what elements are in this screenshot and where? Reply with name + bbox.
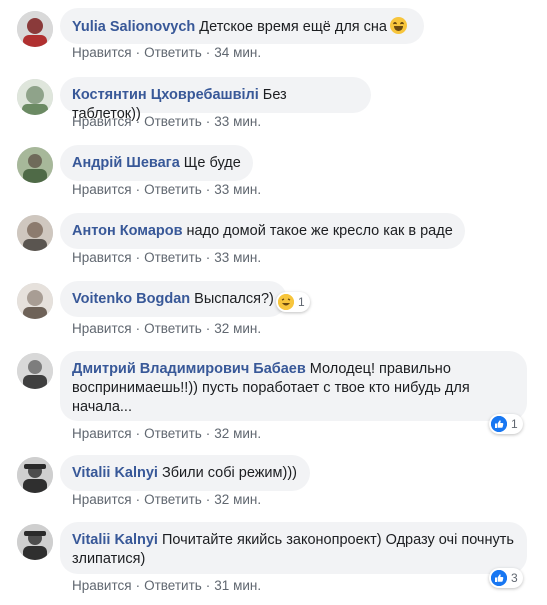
like-link[interactable]: Нравится	[72, 182, 132, 197]
comment-actions: Нравится · Ответить · 32 мин.	[72, 426, 261, 441]
avatar-image	[17, 353, 53, 389]
reaction-badge[interactable]: 3	[489, 568, 523, 588]
avatar[interactable]	[17, 11, 53, 47]
avatar[interactable]	[17, 215, 53, 251]
like-link[interactable]: Нравится	[72, 578, 132, 593]
comment-time[interactable]: 34 мин.	[214, 45, 261, 60]
separator: ·	[135, 182, 141, 197]
avatar-image	[17, 215, 53, 251]
comment-author[interactable]: Дмитрий Владимирович Бабаев	[72, 361, 306, 377]
comment-actions: Нравится · Ответить · 32 мин.	[72, 321, 261, 336]
comment-time[interactable]: 32 мин.	[214, 492, 261, 507]
reply-link[interactable]: Ответить	[144, 114, 202, 129]
comment-author[interactable]: Yulia Salionovych	[72, 19, 195, 35]
avatar-image	[17, 147, 53, 183]
comment-bubble: Дмитрий Владимирович Бабаев Молодец! прав…	[60, 351, 527, 421]
avatar-image	[17, 11, 53, 47]
separator: ·	[135, 492, 141, 507]
like-link[interactable]: Нравится	[72, 426, 132, 441]
avatar[interactable]	[17, 79, 53, 115]
comment-text: Ще буде	[183, 155, 241, 171]
reaction-count: 3	[511, 571, 518, 585]
separator: ·	[205, 250, 211, 265]
separator: ·	[205, 492, 211, 507]
separator: ·	[205, 321, 211, 336]
separator: ·	[135, 45, 141, 60]
comment-actions: Нравится · Ответить · 33 мин.	[72, 182, 261, 197]
comment-bubble: Voitenko Bogdan Выспался?)	[60, 281, 287, 317]
like-link[interactable]: Нравится	[72, 250, 132, 265]
avatar-image	[17, 524, 53, 560]
separator: ·	[205, 182, 211, 197]
reply-link[interactable]: Ответить	[144, 250, 202, 265]
separator: ·	[205, 426, 211, 441]
reaction-badge[interactable]: 1	[489, 414, 523, 434]
comment-time[interactable]: 32 мин.	[214, 321, 261, 336]
comment-text: Детское время ещё для сна	[199, 19, 387, 35]
comment-author[interactable]: Vitalii Kalnyi	[72, 465, 158, 481]
like-link[interactable]: Нравится	[72, 321, 132, 336]
comment-time[interactable]: 33 мин.	[214, 114, 261, 129]
comment-actions: Нравится · Ответить · 34 мин.	[72, 45, 261, 60]
avatar-image	[17, 79, 53, 115]
comment-author[interactable]: Антон Комаров	[72, 223, 183, 239]
comment-actions: Нравится · Ответить · 31 мин.	[72, 578, 261, 593]
avatar[interactable]	[17, 147, 53, 183]
separator: ·	[135, 321, 141, 336]
avatar[interactable]	[17, 283, 53, 319]
comment-time[interactable]: 33 мин.	[214, 250, 261, 265]
like-icon	[491, 570, 507, 586]
reaction-count: 1	[298, 295, 305, 309]
reply-link[interactable]: Ответить	[144, 578, 202, 593]
like-link[interactable]: Нравится	[72, 492, 132, 507]
comment-text: Збили собі режим)))	[161, 465, 297, 481]
reply-link[interactable]: Ответить	[144, 321, 202, 336]
separator: ·	[135, 578, 141, 593]
reply-link[interactable]: Ответить	[144, 182, 202, 197]
comment-author[interactable]: Андрій Шевага	[72, 155, 180, 171]
like-link[interactable]: Нравится	[72, 45, 132, 60]
separator: ·	[135, 114, 141, 129]
comment-text: Выспался?)	[194, 291, 274, 307]
comment-actions: Нравится · Ответить · 33 мин.	[72, 114, 261, 129]
comment-actions: Нравится · Ответить · 33 мин.	[72, 250, 261, 265]
comment-text: надо домой такое же кресло как в раде	[186, 223, 453, 239]
comment-time[interactable]: 33 мин.	[214, 182, 261, 197]
separator: ·	[135, 250, 141, 265]
comment-author[interactable]: Voitenko Bogdan	[72, 291, 190, 307]
comment-time[interactable]: 32 мин.	[214, 426, 261, 441]
comment-bubble: Антон Комаров надо домой такое же кресло …	[60, 213, 465, 249]
reaction-badge[interactable]: 1	[276, 292, 310, 312]
avatar-image	[17, 457, 53, 493]
comment-actions: Нравится · Ответить · 32 мин.	[72, 492, 261, 507]
avatar[interactable]	[17, 524, 53, 560]
comment-bubble: Vitalii Kalnyi Збили собі режим)))	[60, 455, 310, 491]
comment-author[interactable]: Vitalii Kalnyi	[72, 532, 158, 548]
comment-bubble: Костянтин Цховребашвілі Без таблеток))	[60, 77, 371, 122]
comment-bubble: Yulia Salionovych Детское время ещё для с…	[60, 8, 424, 44]
like-icon	[491, 416, 507, 432]
separator: ·	[205, 578, 211, 593]
avatar[interactable]	[17, 457, 53, 493]
reply-link[interactable]: Ответить	[144, 45, 202, 60]
avatar[interactable]	[17, 353, 53, 389]
reaction-count: 1	[511, 417, 518, 431]
comment-author[interactable]: Костянтин Цховребашвілі	[72, 87, 259, 103]
separator: ·	[135, 426, 141, 441]
separator: ·	[205, 45, 211, 60]
like-link[interactable]: Нравится	[72, 114, 132, 129]
comment-time[interactable]: 31 мин.	[214, 578, 261, 593]
haha-icon	[278, 294, 294, 310]
comment-bubble: Андрій Шевага Ще буде	[60, 145, 253, 181]
reply-link[interactable]: Ответить	[144, 492, 202, 507]
avatar-image	[17, 283, 53, 319]
comment-bubble: Vitalii Kalnyi Почитайте якийсь законопро…	[60, 522, 527, 574]
separator: ·	[205, 114, 211, 129]
laughing-emoji-icon	[389, 17, 407, 34]
reply-link[interactable]: Ответить	[144, 426, 202, 441]
